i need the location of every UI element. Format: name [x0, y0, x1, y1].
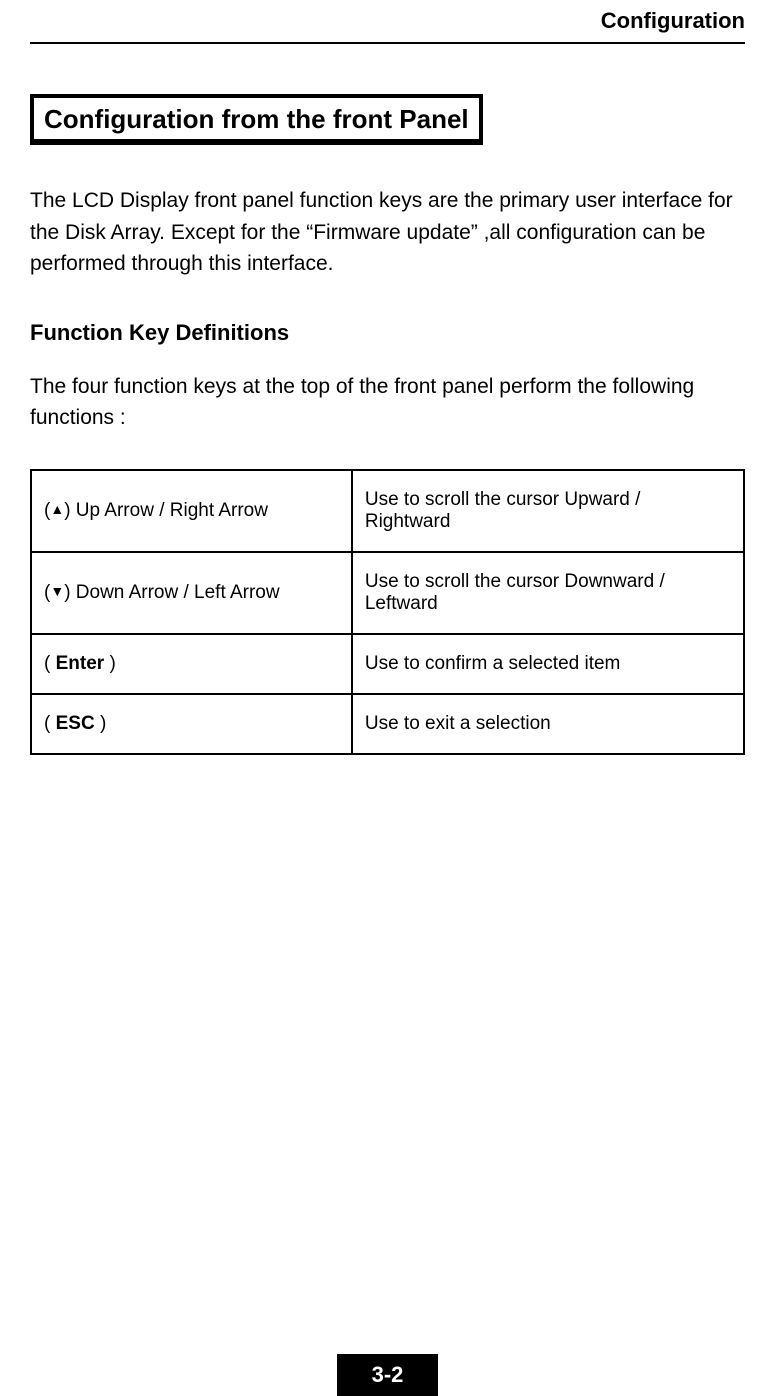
page-number: 3-2 — [337, 1354, 439, 1396]
down-arrow-icon: ▼ — [50, 584, 64, 598]
key-cell: ( Enter ) — [31, 634, 352, 694]
key-label-enter: Enter — [56, 653, 105, 674]
sub-paragraph: The four function keys at the top of the… — [30, 371, 745, 434]
table-row: (▼) Down Arrow / Left Arrow Use to scrol… — [31, 552, 744, 634]
paren-open: ( — [44, 713, 56, 734]
page-header-title: Configuration — [30, 0, 745, 42]
table-row: ( Enter ) Use to confirm a selected item — [31, 634, 744, 694]
page-content: Configuration Configuration from the fro… — [0, 0, 775, 1396]
table-row: ( ESC ) Use to exit a selection — [31, 694, 744, 754]
intro-paragraph: The LCD Display front panel function key… — [30, 185, 745, 280]
paren-close: ) — [95, 713, 107, 734]
key-text: ) Up Arrow / Right Arrow — [64, 500, 268, 521]
key-cell: (▲) Up Arrow / Right Arrow — [31, 470, 352, 552]
key-cell: (▼) Down Arrow / Left Arrow — [31, 552, 352, 634]
key-text: ) Down Arrow / Left Arrow — [64, 582, 279, 603]
paren-close: ) — [104, 653, 116, 674]
up-arrow-icon: ▲ — [50, 502, 64, 516]
section-title-box: Configuration from the front Panel — [30, 94, 483, 145]
section-title: Configuration from the front Panel — [44, 104, 469, 134]
function-keys-table: (▲) Up Arrow / Right Arrow Use to scroll… — [30, 469, 745, 755]
key-label-esc: ESC — [56, 713, 95, 734]
desc-cell: Use to exit a selection — [352, 694, 744, 754]
paren-open: ( — [44, 653, 56, 674]
desc-cell: Use to scroll the cursor Upward / Rightw… — [352, 470, 744, 552]
desc-cell: Use to confirm a selected item — [352, 634, 744, 694]
key-cell: ( ESC ) — [31, 694, 352, 754]
table-row: (▲) Up Arrow / Right Arrow Use to scroll… — [31, 470, 744, 552]
header-rule — [30, 42, 745, 44]
page-footer: 3-2 — [0, 1354, 775, 1396]
desc-cell: Use to scroll the cursor Downward / Left… — [352, 552, 744, 634]
sub-heading: Function Key Definitions — [30, 320, 745, 346]
